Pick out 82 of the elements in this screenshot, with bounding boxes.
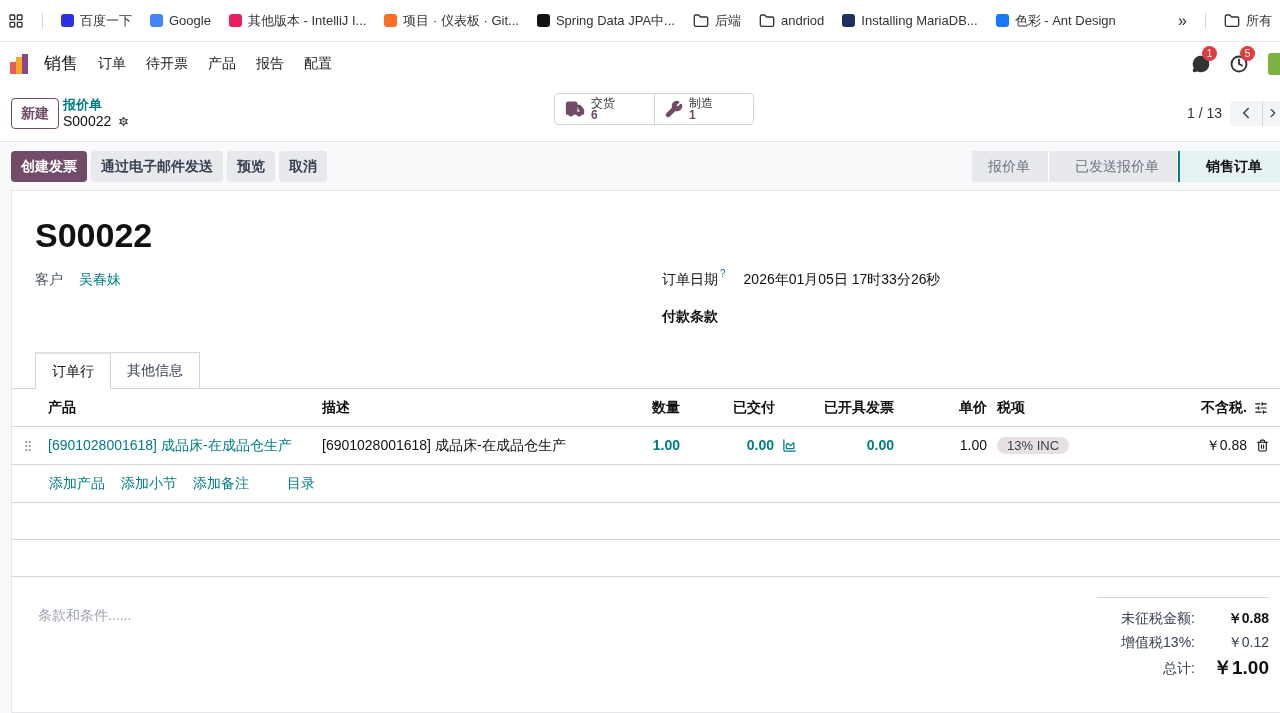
pager-value: 1 / 13 [1186,103,1222,123]
tab[interactable]: 其他信息 [110,352,200,388]
field-label: 订单日期 [662,270,718,289]
product-link[interactable]: [6901028001618] 成品床-在成品仓生产 [44,435,318,456]
tab[interactable]: 订单行 [35,352,111,389]
new-button[interactable]: 新建 [11,97,59,129]
total-label: 增值税13%: [1121,632,1195,652]
menu-item[interactable]: 订单 [98,53,126,74]
smart-button-count: 6 [591,109,598,121]
total-value: ￥1.00 [1212,655,1269,680]
status-step[interactable]: 已发送报价单 [1049,150,1178,182]
column-header[interactable]: 已开具发票 [800,397,898,418]
more-bookmarks-button[interactable]: » [1178,8,1187,33]
table-cell-text: 0.00 [865,436,895,455]
smart-button[interactable]: 交货 6 [555,94,654,124]
status-step[interactable]: 销售订单 [1178,150,1280,182]
add-line-link[interactable]: 添加备注 [193,473,249,494]
action-button[interactable]: 取消 [279,150,327,182]
bookmark[interactable]: andriod [758,10,825,31]
folder-icon [692,12,709,29]
record-name: S00022 [63,113,112,129]
add-line-link[interactable]: 目录 [287,473,315,494]
help-icon[interactable]: ? [720,269,726,279]
notification-badge: 5 [1240,45,1255,61]
column-header[interactable]: 已交付 [685,397,800,418]
wrench-icon [665,100,683,118]
table-cell-text: ￥0.88 [1204,436,1248,455]
bookmark[interactable]: Spring Data JPA中... [536,10,675,31]
previous-button[interactable] [1230,100,1262,126]
column-header[interactable]: 不含税. [1100,397,1250,418]
column-header[interactable]: 数量 [600,397,685,418]
folder-icon [1224,12,1240,29]
total-value: ￥0.88 [1226,608,1269,628]
notification-badge: 1 [1202,45,1217,61]
add-line-link[interactable]: 添加产品 [49,473,105,494]
total-label: 未征税金额: [1121,608,1195,628]
chart-icon[interactable] [782,438,797,453]
table-cell-text: [6901028001618] 成品床-在成品仓生产 [321,436,567,455]
column-header[interactable]: 描述 [318,397,600,418]
field-label: 客户 [35,270,63,289]
bookmark[interactable]: 所有 [1224,10,1272,31]
settings-icon[interactable] [117,114,131,128]
table-cell-text: 1.00 [651,436,681,455]
table-cell-text: 0.00 [746,436,774,455]
customer-link[interactable]: 吴春妹 [79,269,121,290]
smart-button-label: 交货 [591,97,615,109]
bookmark[interactable]: 百度一下 [61,10,132,31]
order-date: 2026年01月05日 17时33分26秒 [743,270,941,289]
folder-icon [758,12,775,29]
action-button[interactable]: 通过电子邮件发送 [91,150,223,182]
total-label: 总计: [1163,658,1195,678]
bookmark[interactable]: 其他版本 - IntelliJ I... [228,10,367,31]
action-button[interactable]: 创建发票 [11,150,87,182]
column-settings-icon[interactable] [1254,400,1268,415]
record-title: S00022 [35,215,154,256]
column-header[interactable]: 单价 [898,397,990,418]
app-title[interactable]: 销售 [44,50,78,77]
column-header[interactable]: 产品 [44,397,318,418]
menu-item[interactable]: 报告 [256,53,284,74]
menu-item[interactable]: 待开票 [146,53,188,74]
total-value: ￥0.12 [1226,632,1269,652]
smart-button-label: 制造 [689,97,713,109]
bookmark[interactable]: 项目 · 仪表板 · Git... [384,10,519,31]
breadcrumb-link[interactable]: 报价单 [63,97,131,113]
field-label: 付款条款 [662,307,719,326]
apps-icon[interactable] [8,12,24,29]
status-step[interactable]: 报价单 [972,150,1049,182]
smart-button[interactable]: 制造 1 [654,94,753,124]
menu-item[interactable]: 配置 [304,53,332,74]
delete-icon[interactable] [1256,439,1269,452]
smart-button-count: 1 [689,109,696,121]
add-line-link[interactable]: 添加小节 [121,473,177,494]
column-header[interactable]: 税项 [990,397,1100,418]
table-cell-text: 1.00 [958,436,988,455]
bookmark[interactable]: 色彩 - Ant Design [995,10,1116,31]
truck-icon [565,99,585,119]
action-button[interactable]: 预览 [227,150,275,182]
bookmark[interactable]: 后端 [692,10,741,31]
bookmark[interactable]: Installing MariaDB... [842,10,978,31]
bookmark[interactable]: Google [150,10,211,31]
menu-item[interactable]: 产品 [208,53,236,74]
tax-tag: 13% INC [997,437,1070,454]
